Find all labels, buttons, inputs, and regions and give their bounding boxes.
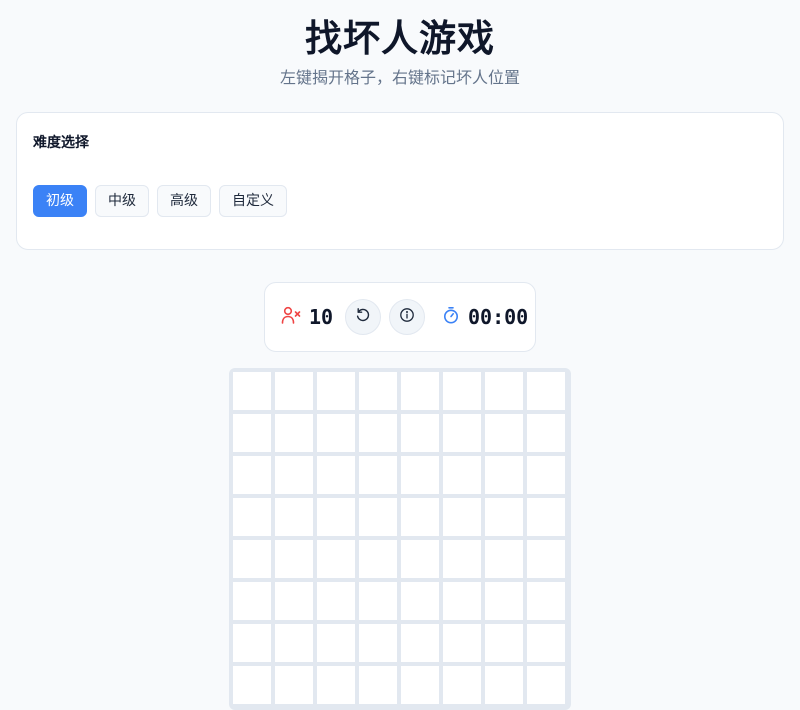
board-cell[interactable] [359, 414, 397, 452]
board-cell[interactable] [233, 456, 271, 494]
board-cell[interactable] [485, 372, 523, 410]
board-cell[interactable] [233, 414, 271, 452]
board-cell[interactable] [317, 456, 355, 494]
board-cell[interactable] [275, 624, 313, 662]
board-cell[interactable] [275, 666, 313, 704]
board-cell[interactable] [485, 624, 523, 662]
board-cell[interactable] [275, 582, 313, 620]
board-cell[interactable] [485, 582, 523, 620]
board-cell[interactable] [527, 666, 565, 704]
board-cell[interactable] [233, 582, 271, 620]
board-cell[interactable] [359, 624, 397, 662]
board-cell[interactable] [527, 414, 565, 452]
board-cell[interactable] [443, 456, 481, 494]
difficulty-panel: 难度选择 初级 中级 高级 自定义 [16, 112, 784, 250]
board-cell[interactable] [527, 582, 565, 620]
board-cell[interactable] [485, 456, 523, 494]
board-cell[interactable] [527, 540, 565, 578]
board-cell[interactable] [401, 372, 439, 410]
board-cell[interactable] [275, 414, 313, 452]
board-cell[interactable] [233, 624, 271, 662]
board-cell[interactable] [359, 372, 397, 410]
user-x-icon [281, 305, 301, 329]
board-cell[interactable] [485, 414, 523, 452]
board-cell[interactable] [443, 414, 481, 452]
difficulty-intermediate-button[interactable]: 中级 [95, 185, 149, 217]
board-cell[interactable] [443, 498, 481, 536]
board-cell[interactable] [275, 456, 313, 494]
stopwatch-icon [442, 306, 460, 328]
board-cell[interactable] [317, 498, 355, 536]
board-cell[interactable] [359, 540, 397, 578]
reset-icon [355, 307, 371, 327]
difficulty-beginner-button[interactable]: 初级 [33, 185, 87, 217]
bad-counter: 10 [281, 283, 333, 351]
board-cell[interactable] [359, 666, 397, 704]
board-cell[interactable] [359, 582, 397, 620]
board-cell[interactable] [317, 624, 355, 662]
difficulty-advanced-button[interactable]: 高级 [157, 185, 211, 217]
board-cell[interactable] [527, 624, 565, 662]
board-cell[interactable] [443, 540, 481, 578]
board-cell[interactable] [275, 498, 313, 536]
board-cell[interactable] [443, 372, 481, 410]
board-cell[interactable] [401, 666, 439, 704]
difficulty-buttons: 初级 中级 高级 自定义 [33, 185, 287, 217]
board-cell[interactable] [317, 666, 355, 704]
board-cell[interactable] [317, 414, 355, 452]
page-title: 找坏人游戏 [305, 17, 495, 60]
timer: 00:00 [442, 283, 528, 351]
info-icon [399, 307, 415, 327]
board-cell[interactable] [401, 540, 439, 578]
header: 找坏人游戏 左键揭开格子，右键标记坏人位置 [0, 0, 800, 88]
board-cell[interactable] [485, 666, 523, 704]
board-cell[interactable] [401, 582, 439, 620]
board-cell[interactable] [233, 540, 271, 578]
board-cell[interactable] [233, 666, 271, 704]
board-cell[interactable] [443, 582, 481, 620]
board-cell[interactable] [275, 372, 313, 410]
board-cell[interactable] [401, 624, 439, 662]
bad-count-value: 10 [309, 305, 334, 329]
game-board [229, 368, 571, 710]
board-cell[interactable] [443, 666, 481, 704]
board-cell[interactable] [317, 372, 355, 410]
board-cell[interactable] [527, 372, 565, 410]
board-cell[interactable] [401, 414, 439, 452]
status-bar: 10 00:00 [264, 282, 536, 352]
board-cell[interactable] [401, 456, 439, 494]
page-subtitle: 左键揭开格子，右键标记坏人位置 [279, 68, 520, 87]
board-cell[interactable] [359, 456, 397, 494]
board-cell[interactable] [317, 540, 355, 578]
board-cell[interactable] [527, 498, 565, 536]
board-cell[interactable] [233, 498, 271, 536]
difficulty-label: 难度选择 [33, 135, 89, 151]
board-cell[interactable] [485, 540, 523, 578]
timer-value: 00:00 [468, 305, 529, 329]
reset-button[interactable] [345, 299, 381, 335]
board-cell[interactable] [359, 498, 397, 536]
info-button[interactable] [389, 299, 425, 335]
difficulty-custom-button[interactable]: 自定义 [219, 185, 287, 217]
board-cell[interactable] [485, 498, 523, 536]
board-cell[interactable] [443, 624, 481, 662]
board-cell[interactable] [317, 582, 355, 620]
board-cell[interactable] [401, 498, 439, 536]
board-cell[interactable] [233, 372, 271, 410]
board-cell[interactable] [275, 540, 313, 578]
board-cell[interactable] [527, 456, 565, 494]
